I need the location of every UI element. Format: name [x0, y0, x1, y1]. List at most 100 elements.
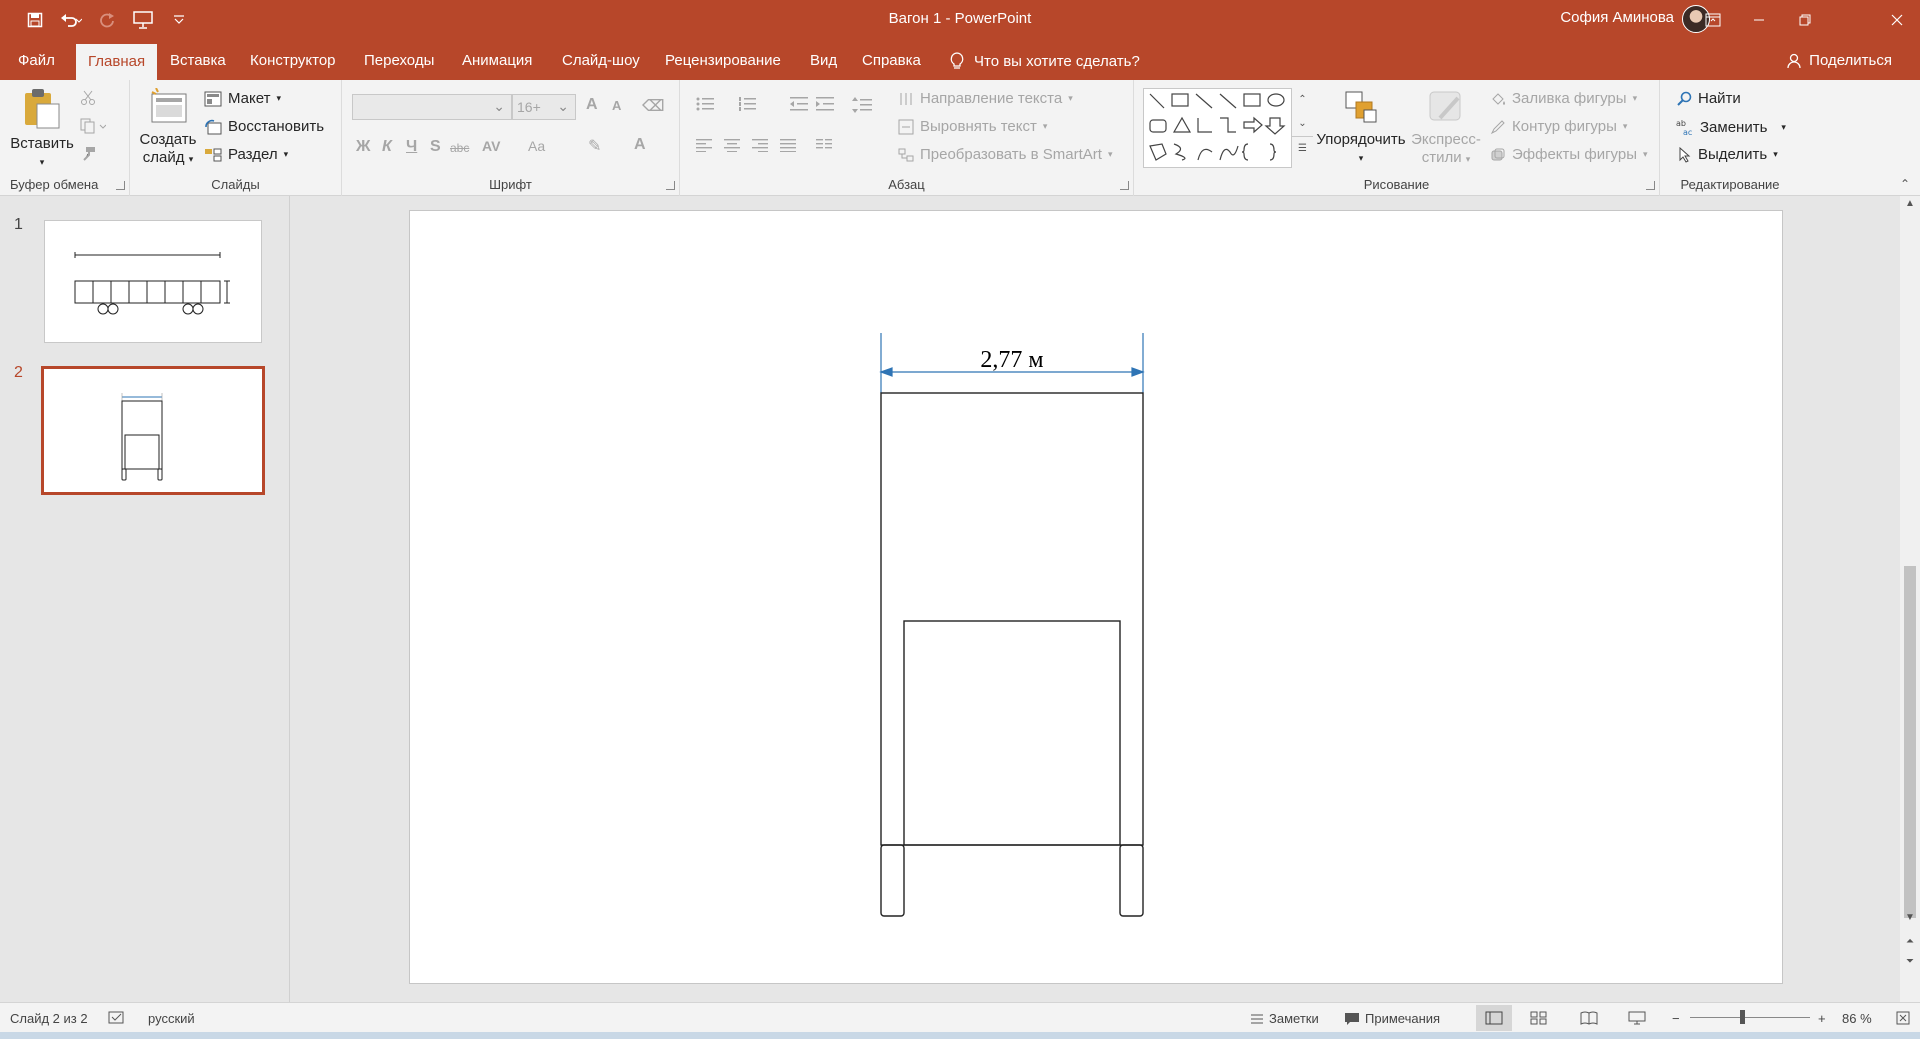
- tab-help[interactable]: Справка: [862, 52, 921, 69]
- slideshow-view-button[interactable]: [1628, 1011, 1646, 1025]
- align-text-button[interactable]: Выровнять текст ▾: [898, 118, 1047, 135]
- slide-thumbnail-2[interactable]: [41, 366, 265, 495]
- zoom-level[interactable]: 86 %: [1842, 1011, 1872, 1026]
- wagon-inner-frame[interactable]: [903, 620, 1121, 846]
- highlight-button[interactable]: ✎: [588, 136, 601, 156]
- format-painter-button[interactable]: [80, 146, 96, 162]
- zoom-in-button[interactable]: +: [1818, 1011, 1826, 1026]
- select-button[interactable]: Выделить ▾: [1676, 146, 1778, 163]
- restore-button[interactable]: [1782, 0, 1828, 40]
- align-right-button[interactable]: [752, 138, 770, 152]
- decrease-indent-button[interactable]: [790, 96, 810, 112]
- underline-button[interactable]: Ч: [406, 138, 417, 156]
- shape-fill-button[interactable]: Заливка фигуры ▾: [1490, 90, 1637, 107]
- increase-indent-button[interactable]: [816, 96, 836, 112]
- zoom-slider-thumb[interactable]: [1739, 1010, 1745, 1024]
- font-color-button[interactable]: A: [634, 136, 646, 154]
- next-slide-icon[interactable]: ⏷: [1900, 956, 1920, 967]
- bullets-button[interactable]: [696, 96, 726, 112]
- shape-effects-button[interactable]: Эффекты фигуры ▾: [1490, 146, 1648, 163]
- vertical-scrollbar[interactable]: ▲ ▼ ⏶ ⏷: [1900, 196, 1920, 1002]
- slide-thumbnail-1[interactable]: [44, 220, 262, 343]
- justify-button[interactable]: [780, 138, 798, 152]
- shapes-gallery[interactable]: [1143, 88, 1313, 168]
- numbering-button[interactable]: [738, 96, 768, 112]
- scroll-down-icon[interactable]: ▼: [1900, 912, 1920, 923]
- tab-transitions[interactable]: Переходы: [364, 52, 434, 69]
- shrink-font-button[interactable]: A: [612, 98, 621, 113]
- columns-button[interactable]: [816, 138, 846, 152]
- font-size-select[interactable]: 16+ ⌄: [512, 94, 576, 120]
- fit-to-window-button[interactable]: [1896, 1011, 1910, 1025]
- tab-file[interactable]: Файл: [18, 52, 55, 69]
- align-center-button[interactable]: [724, 138, 742, 152]
- undo-button[interactable]: [58, 8, 84, 32]
- user-name[interactable]: София Аминова: [1560, 9, 1674, 26]
- tab-insert[interactable]: Вставка: [170, 52, 226, 69]
- font-name-select[interactable]: ⌄: [352, 94, 512, 120]
- grow-font-button[interactable]: A: [586, 96, 598, 114]
- bold-button[interactable]: Ж: [356, 138, 370, 156]
- language-indicator[interactable]: русский: [148, 1011, 195, 1026]
- wagon-body[interactable]: [880, 392, 1144, 846]
- share-button[interactable]: Поделиться: [1787, 52, 1892, 69]
- shapes-gallery-scroll[interactable]: ⌃ ⌄ ☰: [1291, 88, 1313, 168]
- replace-button[interactable]: ab ac Заменить ▾: [1676, 118, 1786, 137]
- smartart-button[interactable]: Преобразовать в SmartArt ▾: [898, 146, 1112, 163]
- tab-view[interactable]: Вид: [810, 52, 837, 69]
- shadow-button[interactable]: S: [430, 138, 441, 156]
- customize-qat-button[interactable]: [166, 8, 192, 32]
- char-spacing-button[interactable]: AV: [482, 138, 500, 154]
- save-button[interactable]: [22, 8, 48, 32]
- text-direction-button[interactable]: Направление текста ▾: [898, 90, 1073, 107]
- zoom-slider[interactable]: [1690, 1010, 1810, 1024]
- tab-design[interactable]: Конструктор: [250, 52, 336, 69]
- align-left-button[interactable]: [696, 138, 714, 152]
- font-launcher[interactable]: [666, 181, 675, 190]
- strikethrough-button[interactable]: abc: [450, 141, 469, 155]
- wagon-legs[interactable]: [880, 844, 1144, 917]
- section-button[interactable]: Раздел ▾: [204, 146, 288, 163]
- ribbon-display-options-button[interactable]: [1690, 0, 1736, 40]
- line-spacing-button[interactable]: [852, 96, 882, 114]
- slide-canvas[interactable]: 2,77 м: [409, 210, 1783, 984]
- paragraph-launcher[interactable]: [1120, 181, 1129, 190]
- dimension-label[interactable]: 2,77 м: [881, 347, 1143, 374]
- minimize-button[interactable]: [1736, 0, 1782, 40]
- tab-home[interactable]: Главная: [76, 44, 158, 80]
- clipboard-launcher[interactable]: [116, 181, 125, 190]
- spell-check-button[interactable]: [108, 1011, 126, 1025]
- close-button[interactable]: [1874, 0, 1920, 40]
- drawing-launcher[interactable]: [1646, 181, 1655, 190]
- clear-formatting-button[interactable]: ⌫: [642, 96, 665, 116]
- tab-review[interactable]: Рецензирование: [665, 52, 781, 69]
- collapse-ribbon-button[interactable]: ⌃: [1900, 177, 1910, 191]
- zoom-out-button[interactable]: −: [1672, 1011, 1680, 1026]
- italic-button[interactable]: К: [382, 138, 392, 156]
- start-slideshow-button[interactable]: [130, 8, 156, 32]
- arrange-button[interactable]: Упорядочить ▾: [1316, 88, 1406, 167]
- change-case-button[interactable]: Aa: [528, 138, 545, 154]
- tab-animations[interactable]: Анимация: [462, 52, 532, 69]
- copy-button[interactable]: [80, 118, 106, 134]
- find-button[interactable]: Найти: [1676, 90, 1741, 107]
- slide-sorter-button[interactable]: [1530, 1011, 1548, 1025]
- notes-button[interactable]: Заметки: [1250, 1011, 1319, 1026]
- scroll-thumb[interactable]: [1904, 566, 1916, 918]
- tell-me-box[interactable]: Что вы хотите сделать?: [950, 52, 1140, 70]
- redo-button[interactable]: [94, 8, 120, 32]
- cut-button[interactable]: [80, 90, 96, 106]
- normal-view-button[interactable]: [1476, 1005, 1512, 1031]
- new-slide-button[interactable]: Создать слайд ▾: [138, 87, 198, 168]
- scroll-up-icon[interactable]: ▲: [1900, 198, 1920, 209]
- comments-button[interactable]: Примечания: [1344, 1011, 1440, 1026]
- quick-styles-button[interactable]: Экспресс- стили ▾: [1408, 88, 1484, 168]
- previous-slide-icon[interactable]: ⏶: [1900, 936, 1920, 947]
- reset-button[interactable]: Восстановить: [204, 118, 324, 135]
- tab-slideshow[interactable]: Слайд-шоу: [562, 52, 640, 69]
- layout-button[interactable]: Макет ▾: [204, 90, 281, 107]
- paste-button[interactable]: Вставить ▾: [8, 88, 76, 171]
- wagon-cross-section-drawing[interactable]: [410, 211, 1782, 983]
- shape-outline-button[interactable]: Контур фигуры ▾: [1490, 118, 1627, 135]
- reading-view-button[interactable]: [1580, 1011, 1598, 1025]
